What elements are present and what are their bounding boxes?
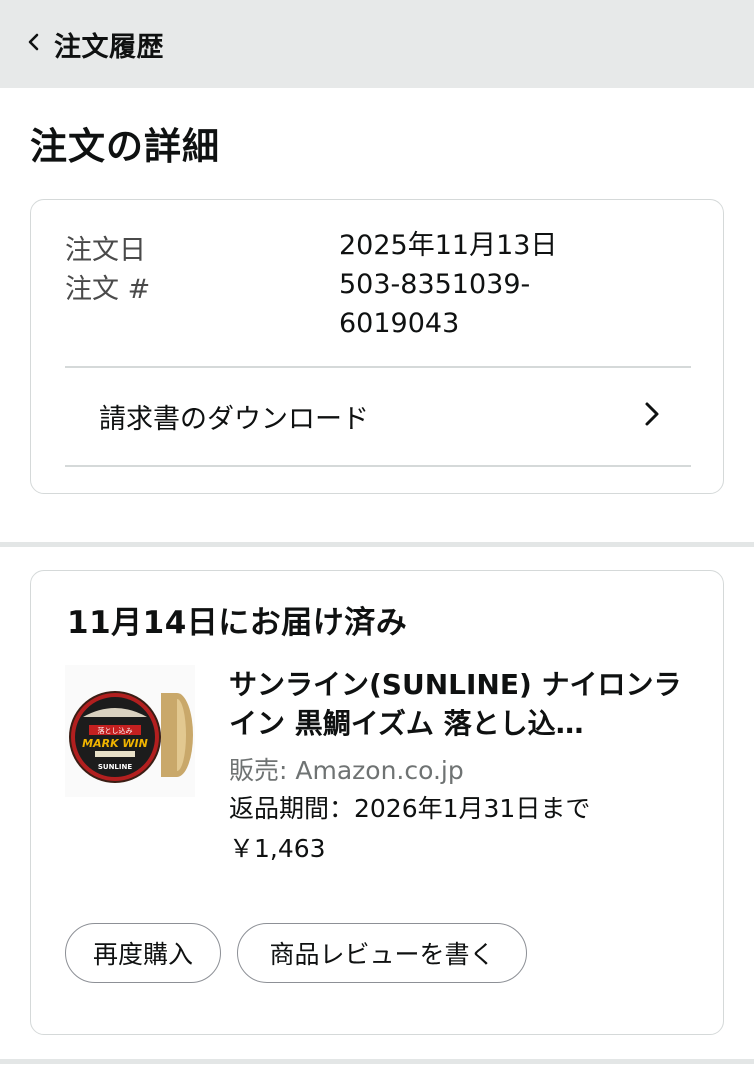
image-name-text: MARK WIN bbox=[82, 737, 148, 750]
shipment-card: 11月14日にお届け済み 落とし込み MARK WIN SUNLINE サンライ… bbox=[30, 570, 724, 1035]
delivery-status: 11月14日にお届け済み bbox=[67, 605, 408, 641]
back-to-order-history-link[interactable]: 注文履歴 bbox=[0, 0, 164, 88]
chevron-left-icon bbox=[26, 33, 42, 55]
image-brand-text: SUNLINE bbox=[98, 763, 133, 771]
order-number-label: 注文 # bbox=[65, 274, 151, 305]
product-price: ￥1,463 bbox=[229, 834, 326, 863]
section-separator bbox=[0, 1059, 754, 1064]
order-date-label: 注文日 bbox=[65, 235, 146, 266]
product-image[interactable]: 落とし込み MARK WIN SUNLINE bbox=[65, 665, 195, 797]
order-info-card: 注文日 2025年11月13日 注文 # 503-8351039-6019043… bbox=[30, 199, 724, 494]
chevron-right-icon bbox=[643, 401, 691, 431]
order-date-value: 2025年11月13日 bbox=[339, 230, 558, 261]
divider bbox=[65, 465, 691, 467]
download-invoice-row[interactable]: 請求書のダウンロード bbox=[65, 368, 691, 464]
product-title-link[interactable]: サンライン(SUNLINE) ナイロンライン 黒鯛イズム 落とし込… bbox=[229, 665, 695, 743]
back-label: 注文履歴 bbox=[54, 31, 164, 63]
order-number-value: 503-8351039-6019043 bbox=[339, 269, 531, 339]
write-review-button[interactable]: 商品レビューを書く bbox=[237, 923, 527, 983]
seller-info: 販売: Amazon.co.jp bbox=[229, 756, 464, 785]
section-separator bbox=[0, 542, 754, 547]
return-period: 返品期間：2026年1月31日まで bbox=[229, 794, 591, 823]
download-invoice-label: 請求書のダウンロード bbox=[99, 403, 369, 435]
buy-again-button[interactable]: 再度購入 bbox=[65, 923, 221, 983]
top-navigation-bar: 注文履歴 bbox=[0, 0, 754, 88]
page-title: 注文の詳細 bbox=[30, 125, 220, 168]
image-jp-text: 落とし込み bbox=[98, 726, 133, 735]
